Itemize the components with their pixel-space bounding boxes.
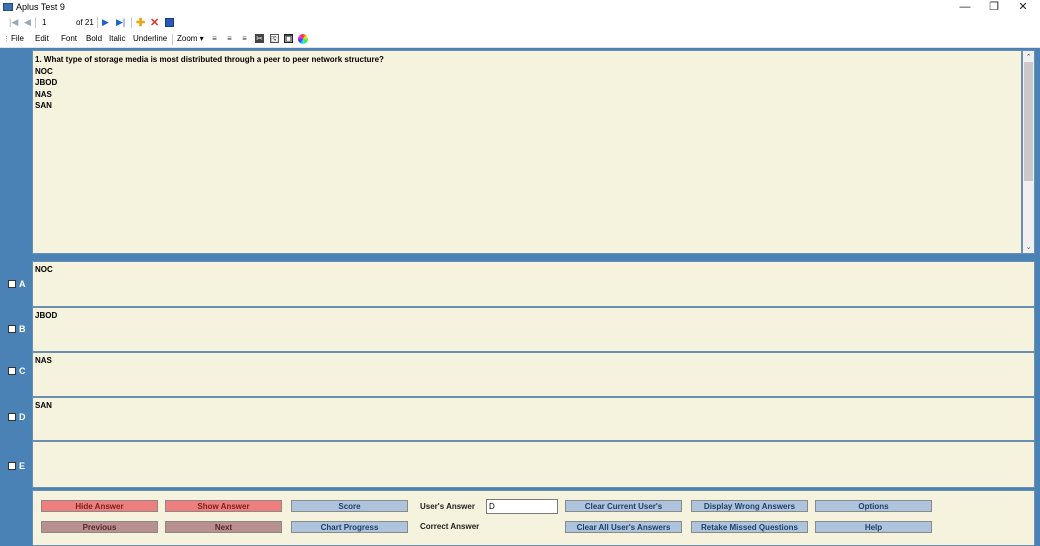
menu-underline[interactable]: Underline bbox=[133, 34, 167, 43]
menu-edit[interactable]: Edit bbox=[35, 34, 49, 43]
separator bbox=[131, 17, 132, 28]
menu-bold[interactable]: Bold bbox=[86, 34, 102, 43]
copy-icon[interactable]: ⎘ bbox=[270, 34, 279, 44]
question-text: 1. What type of storage media is most di… bbox=[35, 55, 384, 64]
menu-zoom[interactable]: Zoom ▾ bbox=[177, 34, 204, 43]
color-picker-icon[interactable] bbox=[298, 34, 308, 44]
scroll-up-icon[interactable]: ⌃ bbox=[1022, 53, 1035, 61]
record-count-label: of 21 bbox=[76, 18, 94, 27]
score-button[interactable]: Score bbox=[291, 500, 408, 512]
menu-italic[interactable]: Italic bbox=[109, 34, 125, 43]
users-answer-label: User's Answer bbox=[420, 502, 475, 511]
separator bbox=[35, 17, 36, 28]
next-record-icon[interactable]: ▶ bbox=[102, 17, 109, 28]
answer-box-e[interactable] bbox=[32, 441, 1035, 488]
align-right-icon[interactable]: ≡ bbox=[240, 34, 249, 43]
checkbox-label-b: B bbox=[19, 324, 26, 334]
app-icon bbox=[3, 3, 13, 11]
answer-box-b[interactable]: JBOD bbox=[32, 307, 1035, 352]
checkbox-label-e: E bbox=[19, 461, 26, 471]
correct-answer-label: Correct Answer bbox=[420, 522, 480, 531]
help-button[interactable]: Help bbox=[815, 521, 932, 533]
retake-missed-questions-button[interactable]: Retake Missed Questions bbox=[691, 521, 808, 533]
checkbox-d[interactable] bbox=[8, 413, 16, 421]
answer-text: NOC bbox=[35, 265, 53, 274]
separator bbox=[97, 17, 98, 28]
separator bbox=[172, 34, 173, 45]
checkbox-c[interactable] bbox=[8, 367, 16, 375]
align-center-icon[interactable]: ≡ bbox=[225, 34, 234, 43]
checkbox-label-d: D bbox=[19, 412, 26, 422]
clear-current-user-button[interactable]: Clear Current User's bbox=[565, 500, 682, 512]
next-button[interactable]: Next bbox=[165, 521, 282, 533]
record-position-input[interactable] bbox=[40, 17, 72, 28]
question-choice: SAN bbox=[35, 101, 52, 110]
question-choice: NAS bbox=[35, 89, 52, 99]
show-answer-button[interactable]: Show Answer bbox=[165, 500, 282, 512]
scroll-down-icon[interactable]: ⌄ bbox=[1022, 243, 1035, 251]
window-title: Aplus Test 9 bbox=[16, 2, 65, 12]
restore-button[interactable]: ❐ bbox=[979, 0, 1009, 14]
options-button[interactable]: Options bbox=[815, 500, 932, 512]
checkbox-a[interactable] bbox=[8, 280, 16, 288]
clear-all-users-answers-button[interactable]: Clear All User's Answers bbox=[565, 521, 682, 533]
align-left-icon[interactable]: ≡ bbox=[210, 34, 219, 43]
answer-text: SAN bbox=[35, 401, 52, 410]
paste-icon[interactable]: ▣ bbox=[284, 34, 293, 43]
previous-record-icon[interactable]: ◀ bbox=[24, 17, 31, 28]
last-record-icon[interactable]: ▶| bbox=[116, 17, 125, 28]
answer-box-c[interactable]: NAS bbox=[32, 352, 1035, 397]
answer-text: NAS bbox=[35, 356, 52, 365]
users-answer-input[interactable]: D bbox=[486, 499, 558, 514]
scrollbar-thumb[interactable] bbox=[1024, 62, 1033, 181]
first-record-icon[interactable]: |◀ bbox=[9, 17, 18, 28]
hide-answer-button[interactable]: Hide Answer bbox=[41, 500, 158, 512]
cut-icon[interactable]: ✂ bbox=[255, 34, 264, 43]
minimize-button[interactable]: — bbox=[950, 0, 980, 14]
title-bar bbox=[0, 0, 1040, 14]
answer-text: JBOD bbox=[35, 311, 58, 320]
close-button[interactable]: ✕ bbox=[1008, 0, 1038, 14]
chart-progress-button[interactable]: Chart Progress bbox=[291, 521, 408, 533]
add-record-icon[interactable]: ✚ bbox=[136, 16, 145, 29]
checkbox-b[interactable] bbox=[8, 325, 16, 333]
menu-file[interactable]: File bbox=[11, 34, 24, 43]
question-choice: JBOD bbox=[35, 78, 58, 87]
save-icon[interactable] bbox=[165, 18, 174, 27]
checkbox-label-c: C bbox=[19, 366, 26, 376]
answer-box-d[interactable]: SAN bbox=[32, 397, 1035, 441]
checkbox-label-a: A bbox=[19, 279, 26, 289]
question-box[interactable]: 1. What type of storage media is most di… bbox=[32, 50, 1022, 254]
delete-record-icon[interactable]: ✕ bbox=[150, 16, 159, 29]
display-wrong-answers-button[interactable]: Display Wrong Answers bbox=[691, 500, 808, 512]
previous-button[interactable]: Previous bbox=[41, 521, 158, 533]
question-choice: NOC bbox=[35, 66, 53, 76]
answer-box-a[interactable]: NOC bbox=[32, 261, 1035, 307]
grip-icon: ⋮ bbox=[3, 36, 10, 43]
checkbox-e[interactable] bbox=[8, 462, 16, 470]
menu-font[interactable]: Font bbox=[61, 34, 77, 43]
